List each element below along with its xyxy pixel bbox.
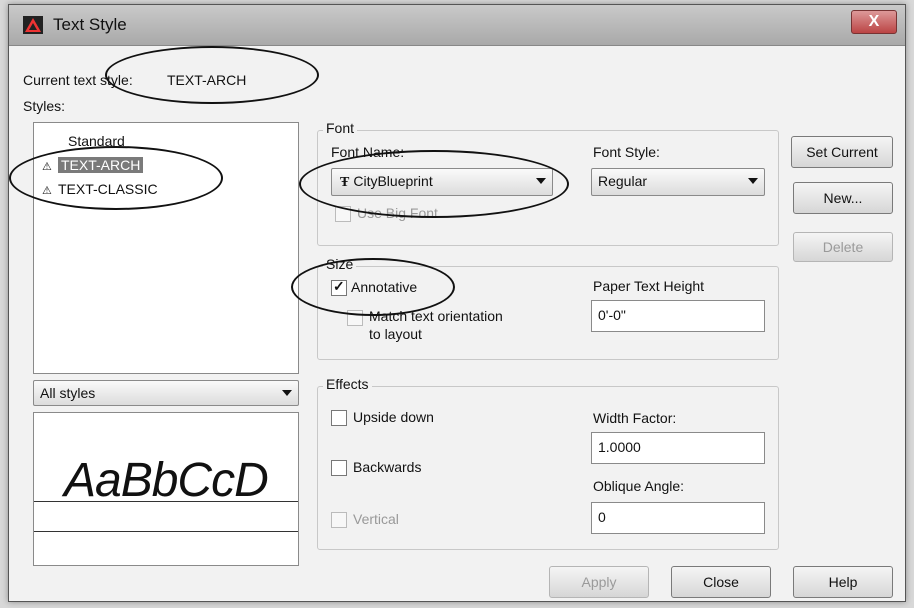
annotative-checkbox[interactable]	[331, 278, 347, 296]
close-button[interactable]: Close	[671, 566, 771, 598]
current-style-label: Current text style:	[23, 72, 133, 88]
annotative-icon: ⚠	[42, 161, 52, 173]
style-filter-value: All styles	[40, 385, 96, 401]
apply-button[interactable]: Apply	[549, 566, 649, 598]
delete-style-button[interactable]: Delete	[793, 232, 893, 262]
styles-list[interactable]: Standard ⚠ TEXT-ARCH ⚠ TEXT-CLASSIC	[33, 122, 299, 374]
font-style-value: Regular	[598, 173, 648, 189]
style-item-text-arch[interactable]: ⚠ TEXT-ARCH	[42, 157, 144, 173]
match-orientation-label: Match text orientation	[369, 308, 503, 324]
style-item-label: TEXT-ARCH	[58, 157, 144, 173]
size-group-label: Size	[323, 256, 357, 272]
style-item-standard[interactable]: Standard	[68, 133, 125, 149]
style-item-label: TEXT-CLASSIC	[58, 181, 158, 197]
chevron-down-icon	[536, 178, 546, 184]
match-orientation-checkbox[interactable]	[347, 310, 363, 326]
title-bar[interactable]: Text Style X	[9, 5, 905, 46]
font-name-label: Font Name:	[331, 144, 405, 160]
dialog-body: Current text style: TEXT-ARCH Styles: St…	[9, 46, 905, 601]
font-name-dropdown[interactable]: Ŧ CityBlueprint	[331, 168, 553, 196]
text-style-dialog: Text Style X Current text style: TEXT-AR…	[8, 4, 906, 602]
paper-text-height-label: Paper Text Height	[593, 278, 705, 294]
preview-text: AaBbCcD	[64, 454, 269, 507]
font-style-label: Font Style:	[593, 144, 660, 160]
autocad-icon	[23, 16, 43, 34]
annotative-label: Annotative	[351, 279, 418, 295]
annotative-icon: ⚠	[42, 185, 52, 197]
style-item-text-classic[interactable]: ⚠ TEXT-CLASSIC	[42, 181, 158, 197]
truetype-font-icon: Ŧ	[340, 175, 350, 190]
use-big-font-checkbox[interactable]	[335, 206, 351, 222]
styles-label: Styles:	[23, 98, 66, 114]
width-factor-label: Width Factor:	[593, 410, 677, 426]
oblique-angle-value: 0	[598, 509, 606, 525]
backwards-checkbox[interactable]	[331, 460, 347, 476]
font-group-label: Font	[323, 120, 358, 136]
oblique-angle-input[interactable]: 0	[591, 502, 765, 534]
chevron-down-icon	[748, 178, 758, 184]
upside-down-checkbox[interactable]	[331, 410, 347, 426]
preview-baseline	[34, 531, 298, 532]
chevron-down-icon	[282, 390, 292, 396]
vertical-checkbox[interactable]	[331, 512, 347, 528]
help-button[interactable]: Help	[793, 566, 893, 598]
style-preview: AaBbCcD	[33, 412, 299, 566]
paper-text-height-value: 0'-0"	[598, 307, 626, 323]
close-window-button[interactable]: X	[851, 10, 897, 34]
current-style-value: TEXT-ARCH	[167, 72, 247, 88]
font-style-dropdown[interactable]: Regular	[591, 168, 765, 196]
font-name-value: CityBlueprint	[353, 173, 433, 189]
backwards-label: Backwards	[353, 459, 422, 475]
match-orientation-label-2: to layout	[369, 326, 422, 342]
window-title: Text Style	[53, 15, 127, 34]
style-item-label: Standard	[68, 133, 125, 149]
width-factor-value: 1.0000	[598, 439, 641, 455]
use-big-font-label: Use Big Font	[357, 205, 438, 221]
width-factor-input[interactable]: 1.0000	[591, 432, 765, 464]
oblique-angle-label: Oblique Angle:	[593, 478, 685, 494]
upside-down-label: Upside down	[353, 409, 434, 425]
effects-group-label: Effects	[323, 376, 372, 392]
new-style-button[interactable]: New...	[793, 182, 893, 214]
set-current-button[interactable]: Set Current	[791, 136, 893, 168]
style-filter-dropdown[interactable]: All styles	[33, 380, 299, 406]
paper-text-height-input[interactable]: 0'-0"	[591, 300, 765, 332]
vertical-label: Vertical	[353, 511, 399, 527]
